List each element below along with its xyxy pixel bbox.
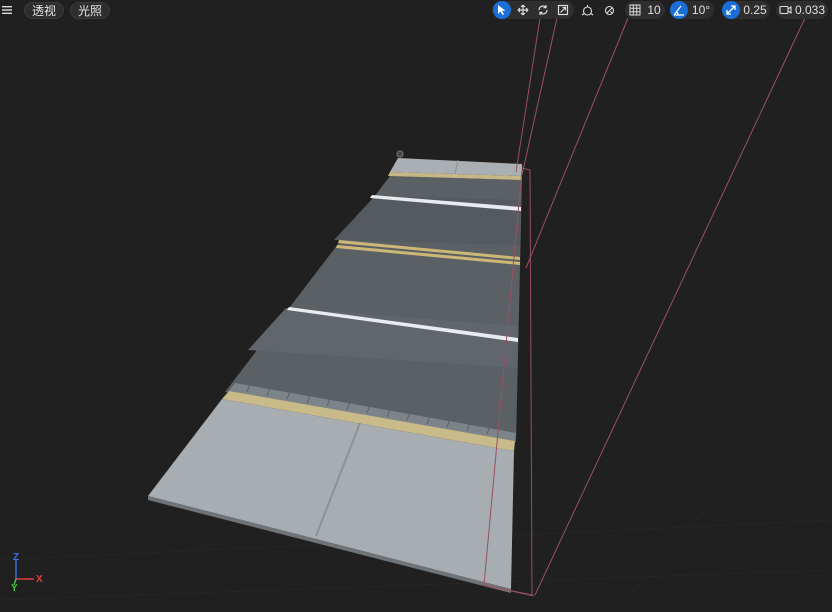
3d-viewport[interactable]: 透视 光照 10 10° 0.25 0.033 Z X Y xyxy=(0,0,832,608)
rotation-snap-value[interactable]: 10° xyxy=(690,1,712,19)
scale-snap-value[interactable]: 0.25 xyxy=(742,1,768,19)
scene-canvas[interactable] xyxy=(0,0,832,608)
angle-icon[interactable] xyxy=(670,1,688,19)
rotate-icon[interactable] xyxy=(534,1,552,19)
axis-x-label: X xyxy=(36,574,43,585)
axis-z-label: Z xyxy=(13,552,20,563)
camera-icon[interactable] xyxy=(777,1,793,19)
surface-snap-icon[interactable] xyxy=(600,1,618,19)
coordinate-system-icon[interactable] xyxy=(578,1,596,19)
view-mode-button[interactable]: 透视 xyxy=(24,1,65,19)
road-lane-band xyxy=(334,196,521,245)
hamburger-icon[interactable] xyxy=(0,2,14,18)
grid-icon[interactable] xyxy=(627,1,643,19)
pivot-marker xyxy=(396,150,404,158)
lighting-mode-button[interactable]: 光照 xyxy=(70,1,111,19)
axis-gizmo: Z X Y xyxy=(8,552,48,594)
camera-frustum xyxy=(483,17,806,597)
axis-y-label: Y xyxy=(11,583,18,594)
move-icon[interactable] xyxy=(514,1,532,19)
scale-snap-icon[interactable] xyxy=(722,1,740,19)
scale-icon[interactable] xyxy=(554,1,572,19)
grid-snap-value[interactable]: 10 xyxy=(645,1,663,19)
select-icon[interactable] xyxy=(493,1,511,19)
camera-speed-value[interactable]: 0.033 xyxy=(794,1,826,19)
